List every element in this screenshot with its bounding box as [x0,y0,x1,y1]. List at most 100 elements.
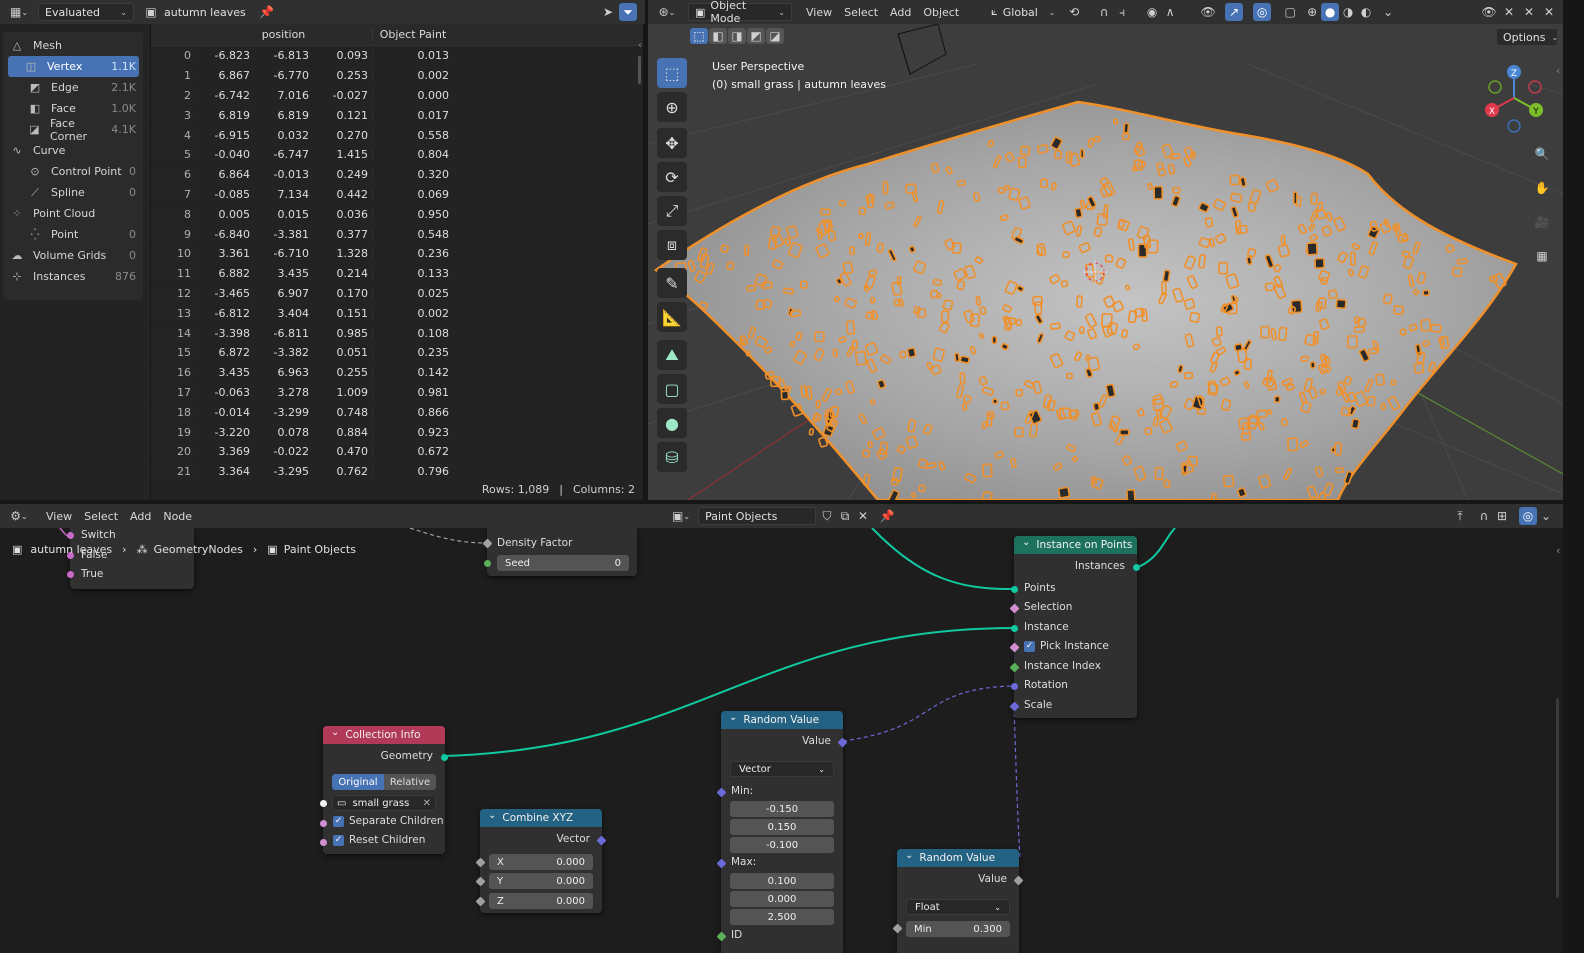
falloff-icon[interactable]: ∧ [1161,3,1179,21]
y-field[interactable]: Y 0.000 [489,873,593,889]
close-icon[interactable]: ✕ [854,507,872,525]
max-z-field[interactable]: 2.500 [730,909,834,925]
add-sphere-icon[interactable]: ● [657,408,687,438]
data-type-dropdown[interactable]: Vector ⌄ [730,761,834,777]
rendered-shading-icon[interactable]: ◐ [1357,3,1375,21]
shading-options-icon[interactable]: ⌄ [1379,3,1397,21]
reset-children-checkbox[interactable]: ✓ Reset Children [333,834,425,846]
sidebar-toggle-icon[interactable]: ‹ [1556,544,1560,557]
pan-hand-icon[interactable]: ✋ [1530,176,1554,200]
selected-only-icon[interactable]: ➤ [599,3,617,21]
visibility-icon[interactable]: 👁 [1199,3,1217,21]
material-shading-icon[interactable]: ◑ [1339,3,1357,21]
select-extend-icon[interactable]: ◧ [709,28,727,44]
menu-view[interactable]: View [40,510,78,523]
tree-item[interactable]: ◪ Face Corner 4.1K [7,117,139,143]
menu-select[interactable]: Select [78,510,124,523]
tree-item[interactable]: △ Mesh [7,35,139,56]
collection-field[interactable]: ▭ small grass ✕ [332,795,436,811]
breadcrumb-modifier[interactable]: GeometryNodes [154,543,243,556]
fake-user-icon[interactable]: ⛉ [818,507,836,525]
x-field[interactable]: X 0.000 [489,854,593,870]
close-icon[interactable]: ✕ [1540,3,1558,21]
true-socket[interactable] [67,571,74,578]
node-tree-field[interactable]: Paint Objects [698,507,817,525]
object-mode-dropdown[interactable]: ▣ Object Mode ⌄ [688,0,792,25]
pivot-icon[interactable]: ⟲ [1065,3,1083,21]
select-intersect-icon[interactable]: ◪ [766,28,784,44]
sidebar-toggle-icon[interactable]: ‹ [638,40,642,51]
tree-item[interactable]: ◫ Vertex 1.1K [8,56,139,77]
annotate-tool-icon[interactable]: ✎ [657,268,687,298]
proportional-edit-icon[interactable]: ◉ [1143,3,1161,21]
snap-increment-icon[interactable]: ⫞ [1113,3,1131,21]
menu-view[interactable]: View [800,6,838,19]
collection-socket[interactable] [320,800,327,807]
points-socket[interactable] [1011,586,1018,593]
instance-socket[interactable] [1011,625,1018,632]
instance-on-points-node[interactable]: Instance on Points Instances Points Sele… [1009,536,1140,718]
rotation-socket[interactable] [1011,683,1018,690]
min-field[interactable]: Min 0.300 [906,921,1010,937]
snap-icon[interactable]: ∩ [1095,3,1113,21]
geometry-output-socket[interactable] [441,754,448,761]
close-icon[interactable]: ✕ [1500,3,1518,21]
menu-add[interactable]: Add [884,6,917,19]
separate-children-socket[interactable] [320,820,327,827]
transform-tool-icon[interactable]: ⧈ [657,230,687,260]
tree-item[interactable]: ⁘ Point Cloud [7,203,139,224]
combine-xyz-node[interactable]: Combine XYZ Vector X 0.000 Y 0.000 Z 0.000 [475,809,607,913]
editor-type-icon[interactable]: ▦ ⌄ [6,3,32,21]
viewport-canvas[interactable] [648,24,1563,500]
seed-socket[interactable] [484,560,491,567]
max-x-field[interactable]: 0.100 [730,873,834,889]
random-value-header[interactable]: Random Value [721,711,843,729]
add-cylinder-icon[interactable]: ⛁ [657,442,687,472]
breadcrumb-node-tree[interactable]: Paint Objects [284,543,356,556]
switch-node[interactable]: Switch False True [67,528,194,589]
min-y-field[interactable]: 0.150 [730,819,834,835]
tree-item[interactable]: ◩ Edge 2.1K [7,77,139,98]
zoom-icon[interactable]: 🔍 [1530,142,1554,166]
tree-item[interactable]: ⊙ Control Point 0 [7,161,139,182]
chevron-down-icon[interactable]: ⌄ [1537,507,1555,525]
menu-node[interactable]: Node [157,510,198,523]
node-tree-type-icon[interactable]: ▣ ⌄ [668,507,694,525]
sidebar-toggle-icon[interactable]: ‹ [1556,64,1560,77]
rotate-tool-icon[interactable]: ⟳ [657,162,687,192]
min-z-field[interactable]: -0.100 [730,837,834,853]
reset-children-socket[interactable] [320,839,327,846]
distribute-points-node[interactable]: Density Factor Seed 0 [482,528,637,576]
menu-select[interactable]: Select [838,6,884,19]
z-field[interactable]: Z 0.000 [489,893,593,909]
scrollbar[interactable] [638,56,641,84]
tree-item[interactable]: ⟋ Spline 0 [7,182,139,203]
original-button[interactable]: Original [332,774,384,790]
node-canvas[interactable]: Switch False True Density Factor Seed 0 I… [0,528,1563,953]
column-header-position[interactable]: position [195,28,372,41]
eye-icon[interactable]: 👁 [1480,3,1498,21]
close-icon[interactable]: ✕ [1520,3,1538,21]
pin-icon[interactable]: 📌 [258,3,276,21]
tree-item[interactable]: ⊹ Instances 876 [7,266,139,287]
column-header-object-paint[interactable]: Object Paint [372,28,453,41]
editor-type-icon[interactable]: ⊛ ⌄ [654,3,680,21]
pick-instance-checkbox[interactable]: ✓ Pick Instance [1024,640,1109,652]
menu-add[interactable]: Add [124,510,157,523]
filter-icon[interactable]: ⏷ [619,3,637,21]
gizmo-toggle-icon[interactable]: ↗ [1225,3,1244,21]
relative-button[interactable]: Relative [384,774,436,790]
move-tool-icon[interactable]: ✥ [657,128,687,158]
select-invert-icon[interactable]: ◩ [747,28,765,44]
measure-tool-icon[interactable]: 📐 [657,302,687,332]
select-box-icon[interactable]: ⬚ [657,58,687,88]
tree-item[interactable]: ∿ Curve [7,140,139,161]
add-cube-icon[interactable]: ▢ [657,374,687,404]
scale-tool-icon[interactable]: ⤢ [657,196,687,226]
solid-shading-icon[interactable]: ● [1321,3,1340,21]
navigation-gizmo[interactable]: Z Y X [1478,62,1558,142]
random-value-vector-node[interactable]: Random Value Value Vector ⌄ Min: -0.150 0… [716,711,848,953]
editor-type-icon[interactable]: ⚙ ⌄ [6,507,32,525]
perspective-grid-icon[interactable]: ▦ [1530,244,1554,268]
menu-object[interactable]: Object [917,6,965,19]
